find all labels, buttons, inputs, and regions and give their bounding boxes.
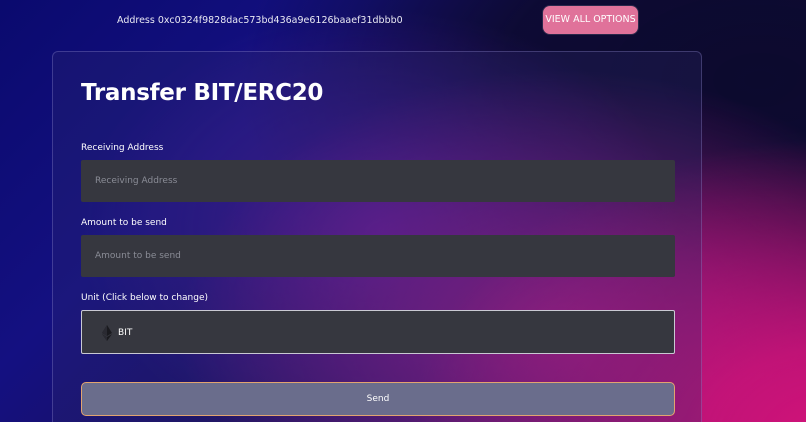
amount-label: Amount to be send	[81, 218, 167, 228]
transfer-card: Transfer BIT/ERC20 Receiving Address Amo…	[52, 51, 702, 422]
unit-label: Unit (Click below to change)	[81, 293, 209, 303]
page-title: Transfer BIT/ERC20	[81, 80, 324, 106]
view-all-options-button[interactable]: VIEW ALL OPTIONS	[543, 6, 638, 34]
amount-input[interactable]	[81, 235, 675, 277]
send-button[interactable]: Send	[81, 382, 675, 416]
receiving-address-input[interactable]	[81, 160, 675, 202]
receiving-address-label: Receiving Address	[81, 143, 164, 153]
wallet-address: Address 0xc0324f9828dac573bd436a9e6126ba…	[117, 15, 403, 26]
unit-selected-value: BIT	[118, 328, 133, 338]
ethereum-icon	[102, 325, 112, 341]
unit-select[interactable]: BIT	[81, 310, 675, 354]
